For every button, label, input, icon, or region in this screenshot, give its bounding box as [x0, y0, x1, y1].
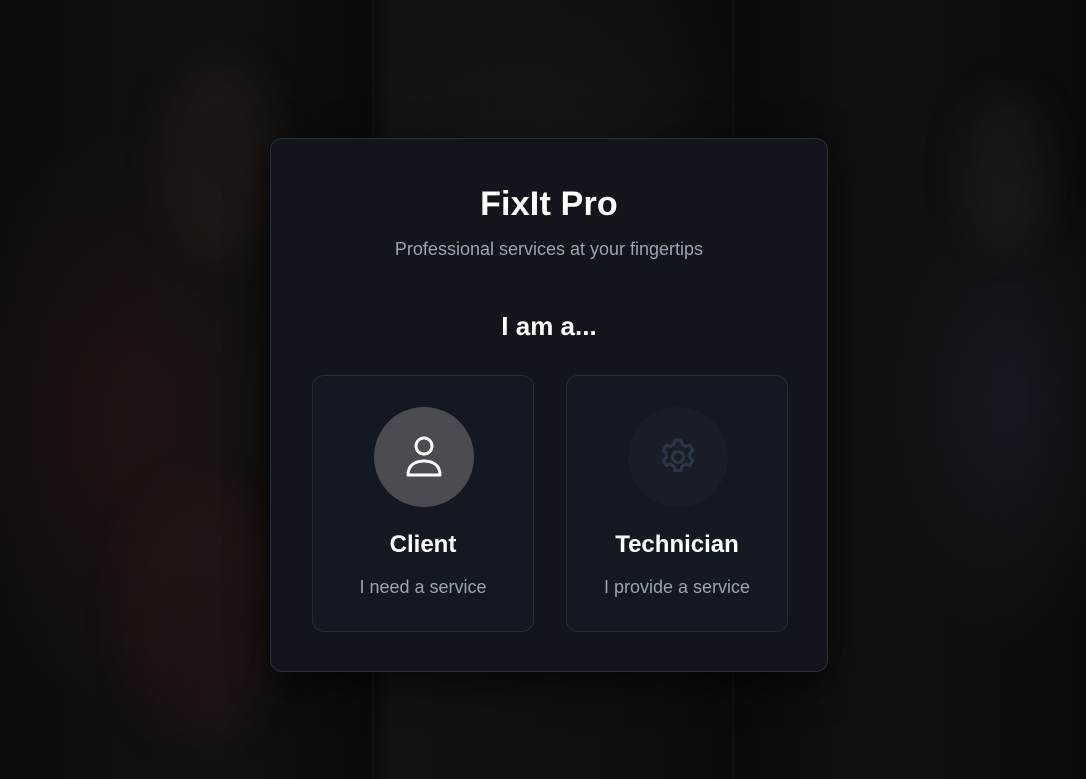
technician-icon-circle: [628, 407, 728, 507]
client-role-description: I need a service: [359, 577, 487, 597]
technician-role-description: I provide a service: [603, 577, 751, 597]
background-figure: [960, 90, 1050, 250]
background-figure: [160, 60, 280, 260]
app-tagline: Professional services at your fingertips: [394, 239, 704, 259]
client-icon-circle: [374, 407, 474, 507]
gear-icon: [661, 438, 695, 473]
role-selection-card: FixIt Pro Professional services at your …: [270, 138, 828, 672]
technician-role-title: Technician: [615, 531, 739, 558]
user-icon: [406, 436, 442, 477]
client-role-title: Client: [389, 531, 457, 558]
app-title: FixIt Pro: [480, 185, 618, 223]
technician-role-option[interactable]: Technician I provide a service: [566, 375, 788, 632]
client-role-option[interactable]: Client I need a service: [312, 375, 534, 632]
background-figure: [120, 480, 280, 740]
role-prompt: I am a...: [501, 311, 597, 341]
